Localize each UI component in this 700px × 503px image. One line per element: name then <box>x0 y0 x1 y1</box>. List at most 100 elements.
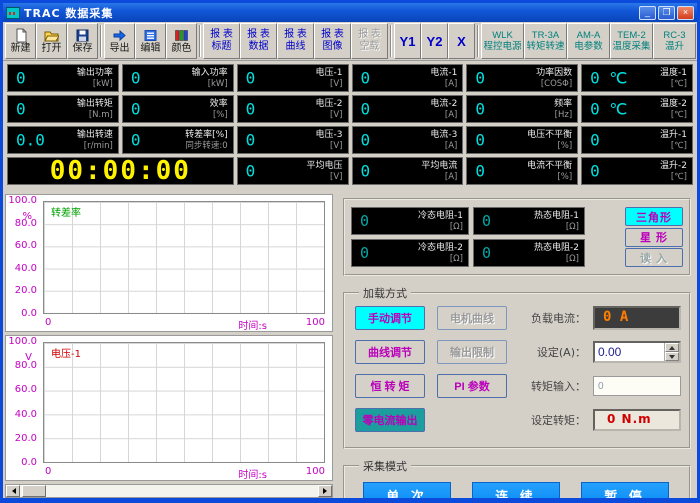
meter-label: 电流-3[A] <box>430 129 457 152</box>
pi-params-button[interactable]: PI 参数 <box>437 374 507 398</box>
scrollbar-thumb[interactable] <box>22 485 46 497</box>
minimize-button[interactable]: _ <box>639 6 656 20</box>
toolbar-button-y1[interactable]: Y1 <box>394 23 421 59</box>
meter-label-text: 功率因数 <box>536 67 572 79</box>
meter-label-text: 温度-1 <box>660 67 687 79</box>
continuous-button[interactable]: 连 续 <box>472 482 560 498</box>
pause-button[interactable]: 暂 停 <box>581 482 669 498</box>
toolbar-button-tr3a-torque[interactable]: TR-3A转矩转速 <box>524 23 567 59</box>
toolbar-separator <box>199 25 201 57</box>
meter-value: 0 ℃ <box>590 100 627 119</box>
meter-label: 电压-1[V] <box>316 67 343 90</box>
meter-label-text: 电流-1 <box>430 67 457 79</box>
button-line1: 报 表 <box>204 29 239 41</box>
x-tick-end: 100 <box>306 317 325 328</box>
meter-label-text: 冷态电阻-2 <box>418 242 463 254</box>
spinner-buttons <box>664 343 679 361</box>
toolbar-button-edit[interactable]: 编辑 <box>135 23 166 59</box>
meter-value: 0 <box>361 69 371 88</box>
meter-value: 0 <box>360 212 369 230</box>
meter-label-text: 效率 <box>210 98 228 110</box>
close-button[interactable]: × <box>677 6 694 20</box>
toolbar-button-save[interactable]: 保存 <box>67 23 98 59</box>
toolbar-button-report-image[interactable]: 报 表图像 <box>314 23 351 59</box>
meter-unit: [℃] <box>660 172 687 183</box>
star-connection-button[interactable]: 星 形 <box>625 228 683 247</box>
meter-value: 0 <box>590 162 600 181</box>
motor-curve-button[interactable]: 电机曲线 <box>437 306 507 330</box>
torque-input-row: 转矩输入： <box>517 374 681 398</box>
zero-current-output-button[interactable]: 零电流输出 <box>355 408 425 432</box>
toolbar-button-label: 编辑 <box>141 43 161 54</box>
toolbar-button-open[interactable]: 打开 <box>36 23 67 59</box>
meter-label: 温度-1[℃] <box>660 67 687 90</box>
x-tick-start: 0 <box>45 466 51 477</box>
meter-label: 热态电阻-2[Ω] <box>534 242 579 265</box>
toolbar-button-report-title[interactable]: 报 表标题 <box>203 23 240 59</box>
toolbar-button-report-data[interactable]: 报 表数据 <box>240 23 277 59</box>
meter-unit: [V] <box>316 79 343 90</box>
meter-value: 0 <box>246 100 256 119</box>
meter-label: 电压-3[V] <box>316 129 343 152</box>
meter-label-text: 输出转速 <box>77 129 113 141</box>
button-line2: 图像 <box>315 41 350 53</box>
single-button[interactable]: 单 次 <box>363 482 451 498</box>
meter-frequency: 0频率[Hz] <box>466 95 578 123</box>
toolbar-button-rc3-rise[interactable]: RC-3温升 <box>653 23 696 59</box>
chart-plot-area <box>43 201 325 314</box>
meter-unit: 同步转速:0 <box>185 141 228 152</box>
set-current-input[interactable] <box>595 343 664 361</box>
scrollbar-right-button[interactable] <box>318 485 332 497</box>
scrollbar-track[interactable] <box>20 485 318 497</box>
toolbar-button-new[interactable]: 新建 <box>5 23 36 59</box>
meter-label: 电压-2[V] <box>316 98 343 121</box>
read-in-button[interactable]: 读 入 <box>625 248 683 267</box>
meter-label: 输入功率[kW] <box>192 67 228 90</box>
toolbar-button-report-curve[interactable]: 报 表曲线 <box>277 23 314 59</box>
toolbar-button-tem2-temp[interactable]: TEM-2温度采集 <box>610 23 653 59</box>
slip-rate-chart: 转差率100.080.060.040.020.00.0%0时间:s100 <box>5 194 333 332</box>
chart-scrollbar[interactable] <box>5 484 333 498</box>
toolbar-separator <box>100 25 102 57</box>
meter-label: 功率因数[COSΦ] <box>536 67 572 90</box>
meter-hot-resistance-2: 0热态电阻-2[Ω] <box>473 239 585 267</box>
spin-down-button[interactable] <box>665 352 679 361</box>
curve-adjust-button[interactable]: 曲线调节 <box>355 340 425 364</box>
delta-connection-button[interactable]: 三角形 <box>625 207 683 226</box>
toolbar-button-export[interactable]: 导出 <box>104 23 135 59</box>
toolbar-button-y2[interactable]: Y2 <box>421 23 448 59</box>
toolbar-button-x[interactable]: X <box>448 23 475 59</box>
button-line1: RC-3 <box>654 30 695 41</box>
color-bars-icon <box>174 28 189 43</box>
meter-label-text: 热态电阻-2 <box>534 242 579 254</box>
titlebar: TRAC 数据采集 _ ❐ × <box>3 3 697 22</box>
meter-label: 输出转速[r/min] <box>77 129 113 152</box>
scrollbar-left-button[interactable] <box>6 485 20 497</box>
meter-label-text: 温升-2 <box>660 160 687 172</box>
manual-adjust-button[interactable]: 手动调节 <box>355 306 425 330</box>
torque-input-label: 转矩输入： <box>531 378 586 394</box>
constant-torque-button[interactable]: 恒 转 矩 <box>355 374 425 398</box>
open-folder-icon <box>44 28 59 43</box>
meter-label: 平均电压[V] <box>306 160 342 183</box>
set-torque-row: 设定转矩：0 N.m <box>517 408 681 432</box>
toolbar-button-report-noload[interactable]: 报 表空载 <box>351 23 388 59</box>
meter-unit: [%] <box>210 110 228 121</box>
button-line2: 程控电源 <box>482 41 523 52</box>
toolbar-button-ama-params[interactable]: AM-A电参数 <box>567 23 610 59</box>
spin-up-button[interactable] <box>665 343 679 352</box>
meter-value: 0 <box>131 131 141 150</box>
output-limit-button[interactable]: 输出限制 <box>437 340 507 364</box>
toolbar-button-wlk-power[interactable]: WLK程控电源 <box>481 23 524 59</box>
meter-temp-rise-2: 0 温升-2[℃] <box>581 157 693 185</box>
meter-unit: [A] <box>430 79 457 90</box>
toolbar-button-color[interactable]: 颜色 <box>166 23 197 59</box>
maximize-button[interactable]: ❐ <box>658 6 675 20</box>
load-current-row: 负载电流：0 A <box>517 306 681 330</box>
arrow-right-icon <box>323 488 330 494</box>
capture-group-title: 采集模式 <box>359 458 411 474</box>
meter-label-text: 电流不平衡 <box>527 160 572 172</box>
button-line1: TR-3A <box>525 30 566 41</box>
meter-label-text: 输入功率 <box>192 67 228 79</box>
torque-input-input[interactable] <box>593 376 681 396</box>
